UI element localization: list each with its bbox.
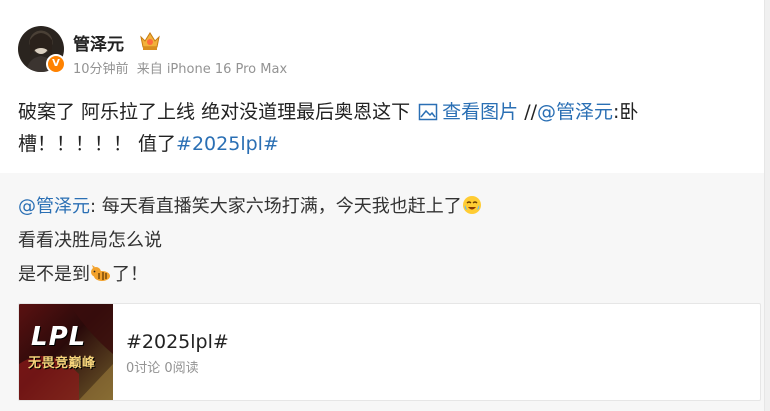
post-meta: 10分钟前 来自 iPhone 16 Pro Max — [73, 58, 287, 77]
lpl-logo: LPL — [31, 322, 87, 352]
repost-mention-link[interactable]: @管泽元 — [18, 196, 90, 217]
topic-title[interactable]: #2025lpl# — [126, 331, 229, 353]
reposted-content[interactable]: @管泽元: 每天看直播笑大家六场打满，今天我也赶上了 看看决胜局怎么说 是不是到… — [0, 173, 764, 411]
avatar[interactable]: V — [18, 26, 66, 74]
post-time[interactable]: 10分钟前 — [73, 62, 129, 77]
lpl-subtitle: 无畏竞巅峰 — [28, 356, 96, 371]
post-body: 破案了 阿乐拉了上线 绝对没道理最后奥恩这下 查看图片 //@管泽元:卧槽！！！… — [18, 96, 738, 160]
user-name[interactable]: 管泽元 — [73, 30, 124, 55]
repost-text: @管泽元: 每天看直播笑大家六场打满，今天我也赶上了 看看决胜局怎么说 是不是到… — [18, 190, 738, 292]
crown-badge-icon — [140, 32, 160, 50]
repost-line3-part2: 了！ — [112, 264, 148, 285]
topic-card[interactable]: LPL 无畏竞巅峰 #2025lpl# 0讨论 0阅读 — [18, 303, 761, 401]
repost-line-3: 是不是到 了！ — [18, 258, 738, 292]
repost-line-2: 看看决胜局怎么说 — [18, 230, 162, 251]
crying-laugh-emoji — [462, 196, 481, 214]
tiger-emoji — [91, 265, 110, 281]
repost-line3-part1: 是不是到 — [18, 264, 90, 285]
topic-stats: 0讨论 0阅读 — [126, 361, 199, 376]
topic-thumbnail: LPL 无畏竞巅峰 — [19, 304, 113, 400]
view-image-label: 查看图片 — [442, 101, 519, 123]
verified-badge-icon: V — [46, 54, 66, 74]
post-source: 来自 iPhone 16 Pro Max — [136, 62, 288, 77]
repost-line-1: @管泽元: 每天看直播笑大家六场打满，今天我也赶上了 — [18, 190, 738, 224]
hashtag-link[interactable]: #2025lpl# — [176, 133, 279, 155]
repost-line1-text: : 每天看直播笑大家六场打满，今天我也赶上了 — [90, 196, 462, 217]
post-text-part1: 破案了 阿乐拉了上线 绝对没道理最后奥恩这下 — [18, 101, 411, 123]
repost-separator: // — [518, 101, 537, 123]
mention-link[interactable]: @管泽元 — [537, 101, 613, 123]
image-icon — [418, 103, 438, 121]
view-image-link[interactable]: 查看图片 — [416, 101, 518, 123]
weibo-post-card: V 管泽元 10分钟前 来自 iPhone 16 Pro Max 破案了 阿乐拉… — [0, 0, 765, 411]
post-header: V 管泽元 10分钟前 来自 iPhone 16 Pro Max — [18, 24, 718, 77]
